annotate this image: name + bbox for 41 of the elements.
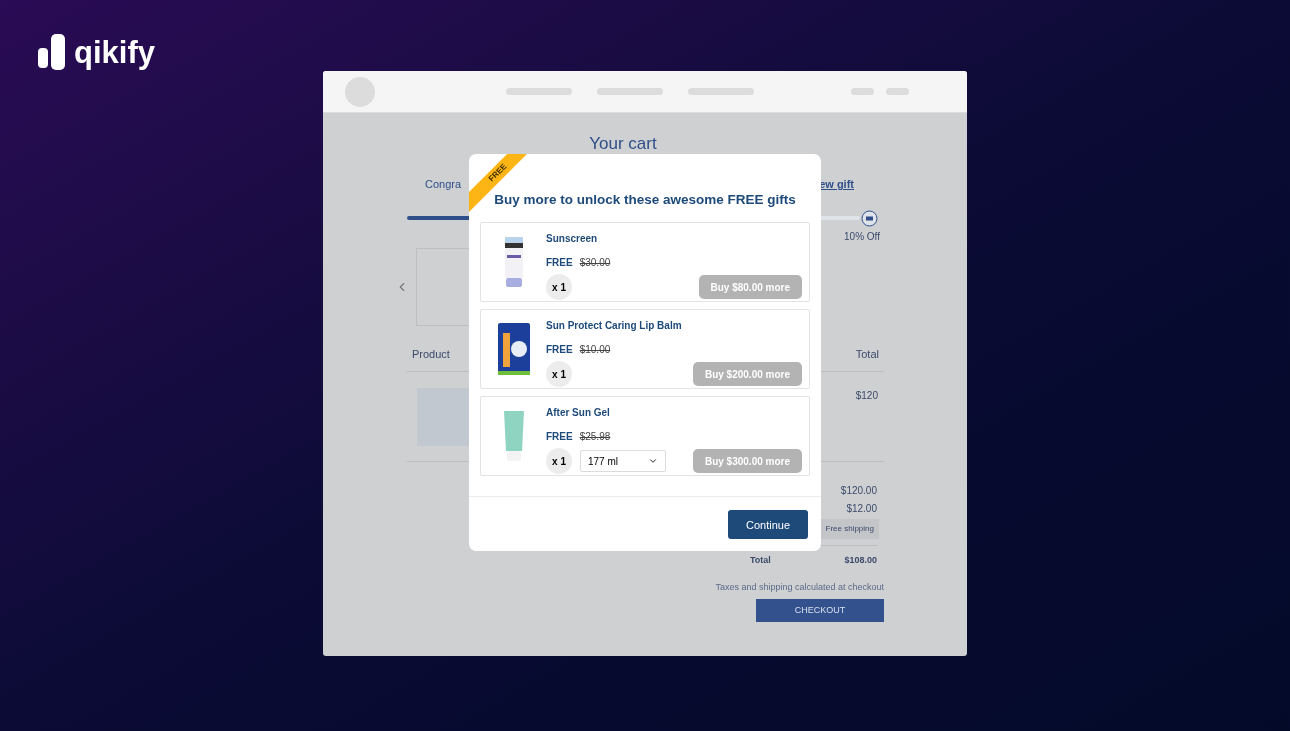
column-header: Total [855, 346, 879, 362]
column-header: Product [412, 346, 450, 362]
sunscreen-tube-drawing [503, 237, 524, 288]
nav-placeholder [688, 88, 754, 95]
lip-balm-package-drawing [497, 323, 530, 376]
congratulation-message: Congra [425, 177, 462, 192]
gift-price: FREE [546, 256, 573, 271]
modal-title: Buy more to unlock these awesome FREE gifts [493, 191, 797, 209]
brand-name: qikify [74, 36, 155, 68]
original-price: $10.00 [579, 343, 611, 358]
quantity-badge: x 1 [546, 274, 572, 301]
quantity-badge: x 1 [546, 448, 572, 475]
original-price: $30.00 [579, 256, 611, 271]
gift-price: FREE [546, 430, 573, 445]
summary-amount: $12.00 [846, 502, 877, 516]
quantity-badge: x 1 [546, 361, 572, 388]
nav-placeholder [886, 88, 909, 95]
summary-amount: $120.00 [840, 484, 877, 498]
product-photo [417, 388, 470, 446]
nav-placeholder [851, 88, 874, 95]
cart-title: Your cart [589, 133, 657, 155]
shipping-tag: Free shipping [820, 519, 879, 539]
variant-select[interactable]: 177 ml [580, 450, 666, 473]
milestone-label: 10% Off [844, 229, 880, 244]
checkout-button[interactable]: CHECKOUT [756, 599, 884, 622]
original-price: $25.98 [579, 430, 611, 445]
checkout-note: Taxes and shipping calculated at checkout [715, 580, 884, 594]
gift-price: FREE [546, 343, 573, 358]
logo-placeholder [345, 76, 375, 107]
gift-name: Sun Protect Caring Lip Balm [546, 319, 683, 334]
nav-placeholder [597, 88, 663, 95]
total-label: Total [750, 554, 771, 567]
gift-name: Sunscreen [546, 232, 599, 247]
total-amount: $108.00 [844, 554, 877, 567]
gel-tube-drawing [502, 411, 525, 462]
nav-placeholder [506, 88, 572, 95]
logo-icon [38, 34, 66, 70]
ticket-icon [861, 209, 878, 227]
row-total: $120 [855, 389, 878, 403]
gift-name: After Sun Gel [546, 406, 611, 421]
continue-button[interactable]: Continue [728, 510, 808, 540]
